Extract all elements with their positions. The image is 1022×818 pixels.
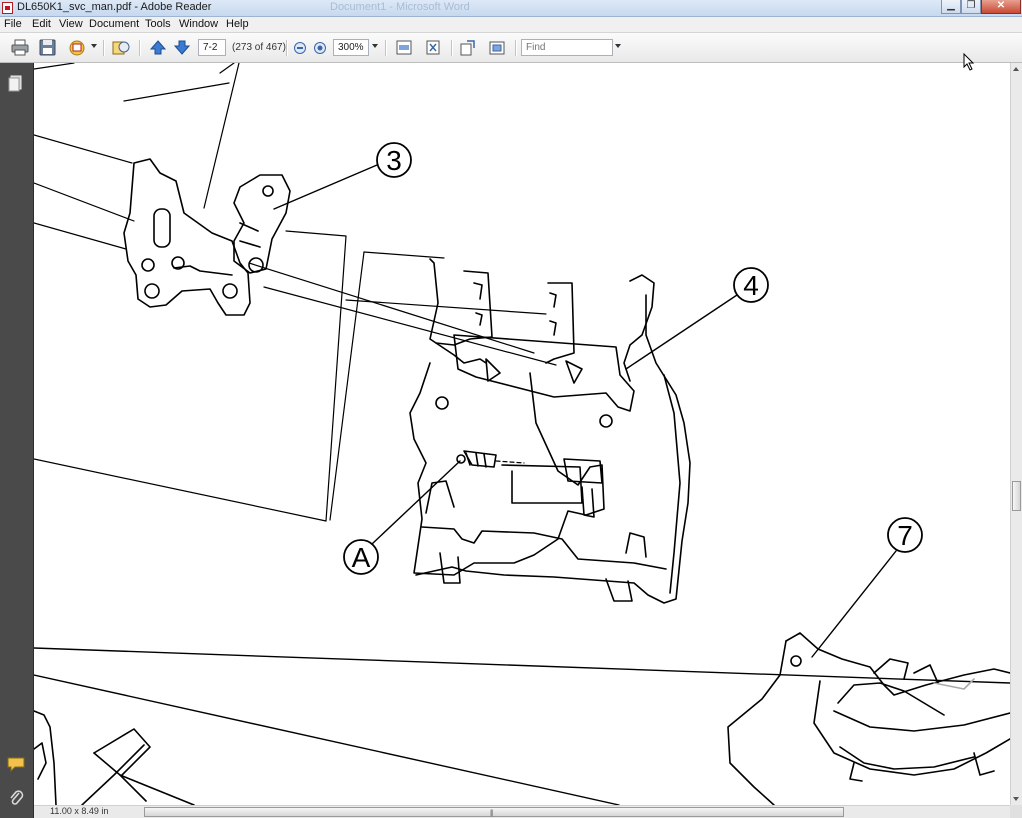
title-bar: DL650K1_svc_man.pdf - Adobe Reader Docum…: [0, 0, 1022, 17]
email-icon[interactable]: [68, 39, 86, 56]
vertical-scrollbar[interactable]: [1010, 63, 1022, 805]
toolbar-separator: [451, 40, 453, 56]
navigation-panel: [0, 63, 34, 818]
window-title: DL650K1_svc_man.pdf - Adobe Reader: [17, 1, 212, 13]
email-dropdown-arrow[interactable]: [91, 44, 97, 48]
background-window-title: Document1 - Microsoft Word: [330, 1, 470, 13]
horizontal-scrollbar[interactable]: |||: [34, 805, 1010, 818]
toolbar-separator: [385, 40, 387, 56]
zoom-level-input[interactable]: [333, 39, 369, 56]
menu-help[interactable]: Help: [226, 18, 249, 30]
print-icon[interactable]: [11, 39, 29, 56]
menu-edit[interactable]: Edit: [32, 18, 51, 30]
document-page[interactable]: 3 4 7 A: [34, 63, 1010, 805]
callout-7: 7: [897, 520, 913, 551]
find-dropdown-arrow[interactable]: [615, 44, 621, 48]
scroll-grip-icon: |||: [490, 810, 494, 817]
zoom-dropdown-arrow[interactable]: [372, 44, 378, 48]
menu-view[interactable]: View: [59, 18, 83, 30]
find-input[interactable]: [521, 39, 613, 56]
zoom-in-icon[interactable]: [313, 39, 327, 56]
toolbar-separator: [515, 40, 517, 56]
previous-page-icon[interactable]: [149, 39, 167, 56]
next-page-icon[interactable]: [173, 39, 191, 56]
comments-icon[interactable]: [7, 756, 25, 772]
menu-window[interactable]: Window: [179, 18, 218, 30]
scroll-down-icon[interactable]: [1013, 797, 1019, 801]
fit-width-icon[interactable]: [395, 39, 413, 56]
pages-panel-icon[interactable]: [8, 75, 22, 92]
toolbar-separator: [139, 40, 141, 56]
minimize-button[interactable]: ▁: [941, 0, 961, 14]
page-size-label: 11.00 x 8.49 in: [48, 806, 111, 816]
scroll-up-icon[interactable]: [1013, 67, 1019, 71]
menu-file[interactable]: File: [4, 18, 22, 30]
zoom-out-icon[interactable]: [293, 39, 307, 56]
menu-document[interactable]: Document: [89, 18, 139, 30]
toolbar: (273 of 467): [0, 33, 1022, 63]
organizer-icon[interactable]: [112, 39, 130, 56]
mouse-cursor-icon: [963, 53, 975, 71]
save-icon[interactable]: [39, 39, 57, 56]
callout-a: A: [352, 542, 371, 573]
fit-page-icon[interactable]: [424, 39, 442, 56]
horizontal-scroll-thumb[interactable]: |||: [144, 807, 844, 817]
callout-3: 3: [386, 145, 402, 176]
page-number-input[interactable]: [198, 39, 226, 56]
toolbar-separator: [103, 40, 105, 56]
close-button[interactable]: ✕: [981, 0, 1021, 14]
restore-button[interactable]: ❐: [961, 0, 981, 14]
page-count: (273 of 467): [232, 42, 286, 53]
adobe-reader-icon: [2, 2, 13, 14]
attachments-icon[interactable]: [8, 789, 24, 807]
scrollbar-corner: [1010, 805, 1022, 818]
callout-4: 4: [743, 270, 759, 301]
full-screen-icon[interactable]: [488, 39, 506, 56]
menu-tools[interactable]: Tools: [145, 18, 171, 30]
exploded-diagram: 3 4 7 A: [34, 63, 1010, 805]
vertical-scroll-thumb[interactable]: [1012, 481, 1021, 511]
menu-bar: File Edit View Document Tools Window Hel…: [0, 17, 1022, 33]
toolbar-separator: [286, 40, 288, 56]
rotate-icon[interactable]: [459, 39, 477, 56]
